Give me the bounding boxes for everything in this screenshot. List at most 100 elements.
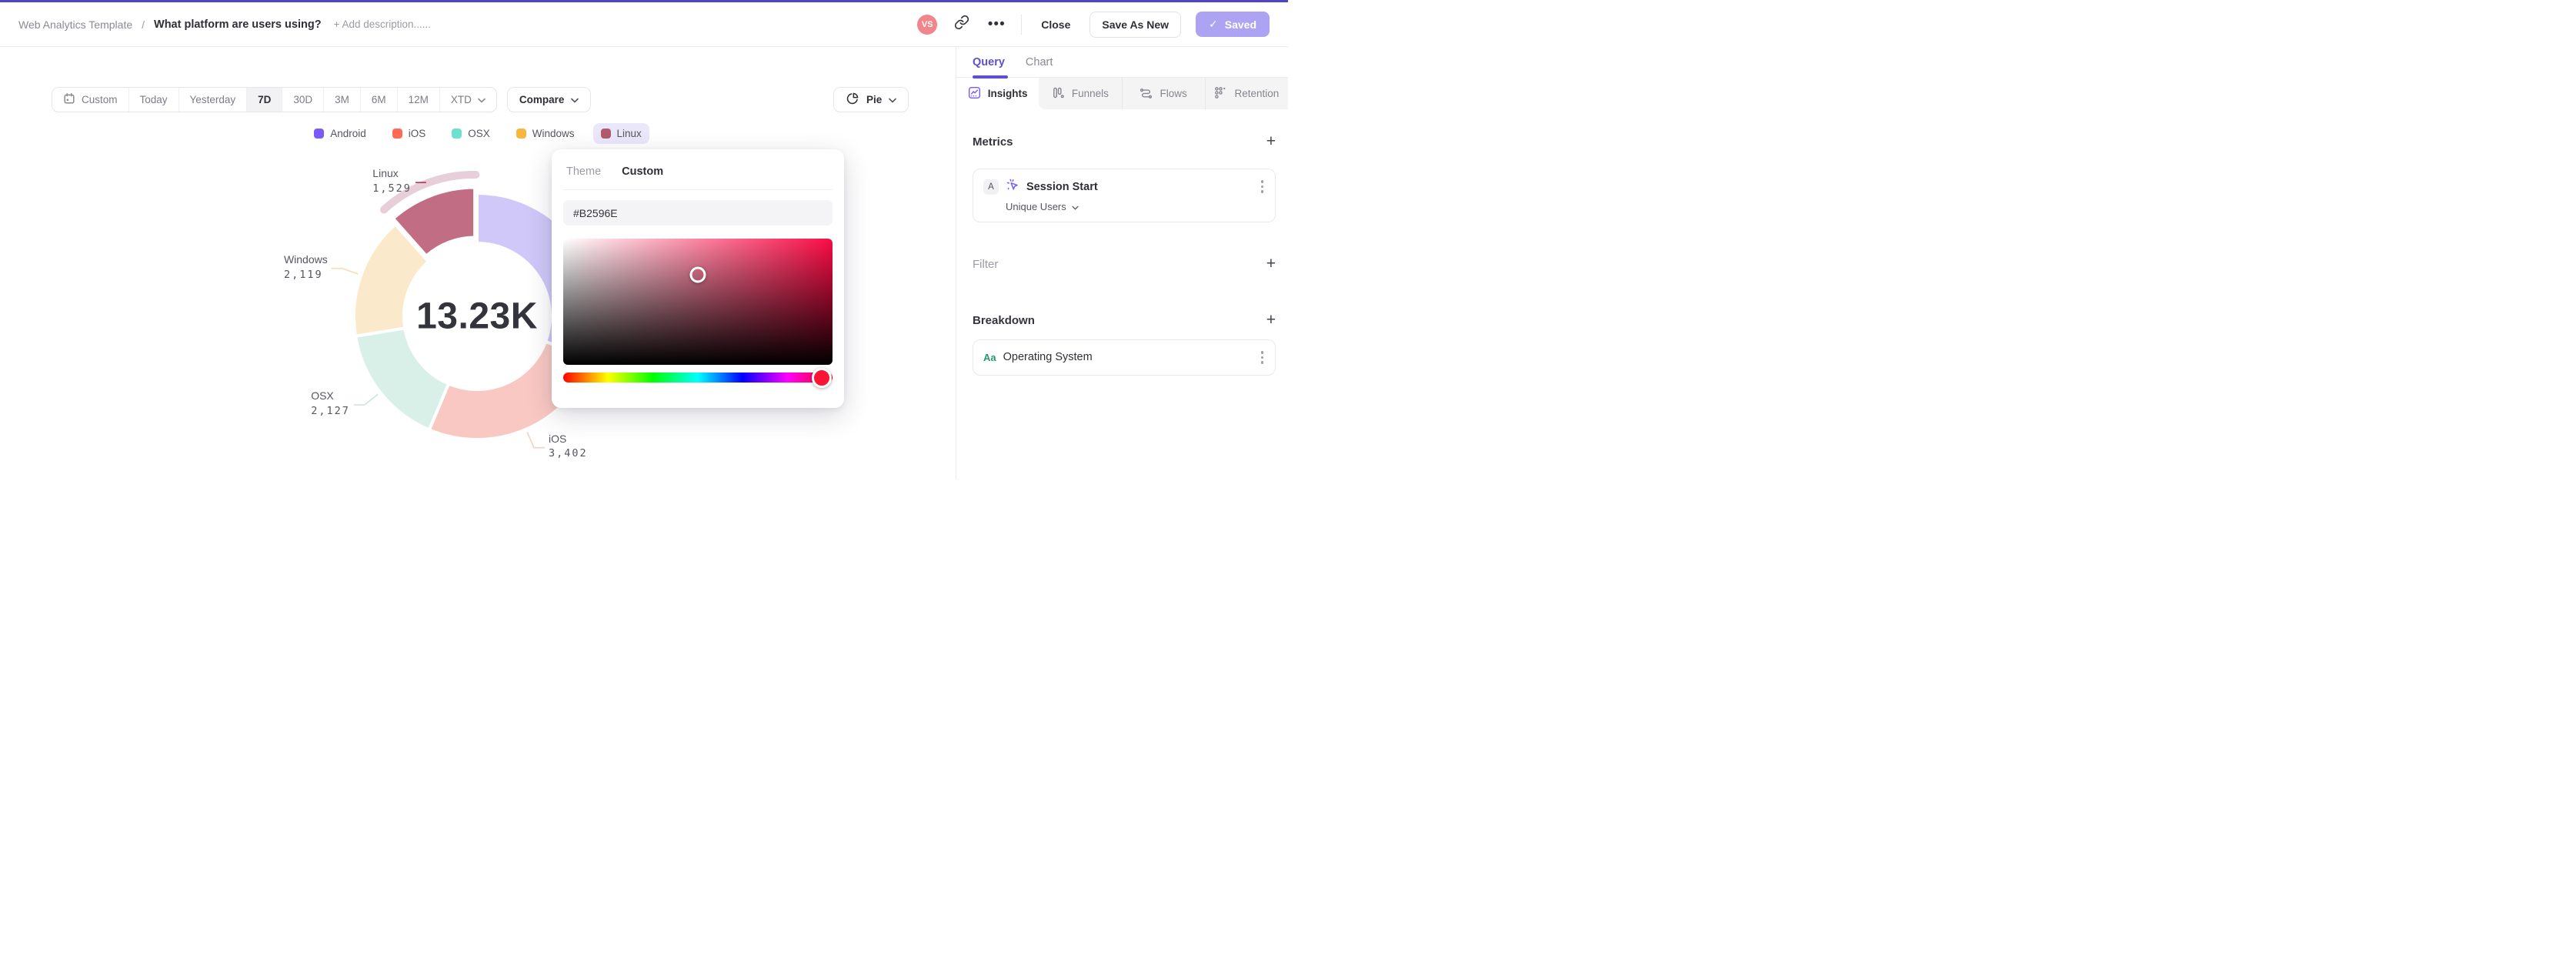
view-funnels[interactable]: Funnels xyxy=(1039,78,1122,109)
range-yesterday[interactable]: Yesterday xyxy=(179,88,248,112)
insights-icon xyxy=(968,86,981,102)
pie-slice-osx[interactable] xyxy=(354,326,451,432)
retention-icon xyxy=(1214,86,1227,102)
legend-swatch xyxy=(314,129,325,139)
saved-button-label: Saved xyxy=(1224,18,1256,31)
view-insights[interactable]: Insights xyxy=(956,78,1039,109)
pie-label-name: OSX xyxy=(311,389,334,403)
breakdown-heading: Breakdown xyxy=(973,313,1035,327)
compare-button[interactable]: Compare xyxy=(506,87,592,112)
add-metric-button[interactable]: + xyxy=(1266,133,1276,149)
pie-label-linux: Linux 1,529 xyxy=(372,167,412,195)
close-button[interactable]: Close xyxy=(1036,13,1075,36)
range-6m[interactable]: 6M xyxy=(361,88,398,112)
measure-dropdown[interactable]: Unique Users xyxy=(1006,201,1265,212)
share-link-button[interactable] xyxy=(952,15,972,35)
metric-card[interactable]: A Session Start Unique Users xyxy=(973,169,1276,222)
color-picker-tabs: Theme Custom xyxy=(563,165,833,190)
range-today[interactable]: Today xyxy=(129,88,179,112)
hex-color-input[interactable]: #B2596E xyxy=(563,200,833,226)
flows-icon xyxy=(1140,86,1153,102)
metric-event-name[interactable]: Session Start xyxy=(1026,181,1098,193)
hue-slider xyxy=(563,368,833,388)
metrics-section-header: Metrics + xyxy=(973,133,1276,149)
pie-label-name: Windows xyxy=(283,252,328,266)
metric-menu-button[interactable] xyxy=(1260,179,1266,195)
legend-swatch xyxy=(600,129,611,139)
breakdown-card[interactable]: Aa Operating System xyxy=(973,339,1276,376)
legend-item-ios[interactable]: iOS xyxy=(385,123,434,144)
range-7d[interactable]: 7D xyxy=(247,88,283,112)
range-30d[interactable]: 30D xyxy=(282,88,325,112)
legend-swatch xyxy=(392,129,402,139)
pie-chart-icon xyxy=(846,92,859,108)
color-picker-popup: Theme Custom #B2596E xyxy=(552,149,844,408)
range-3m[interactable]: 3M xyxy=(324,88,361,112)
more-options-button[interactable]: ••• xyxy=(986,15,1006,35)
tab-custom[interactable]: Custom xyxy=(622,165,663,178)
range-custom[interactable]: Custom xyxy=(52,88,129,112)
breakdown-property-name[interactable]: Operating System xyxy=(1003,351,1093,363)
main-panel: Custom Today Yesterday 7D 30D 3M 6M 12M … xyxy=(0,47,956,480)
metric-badge: A xyxy=(983,179,999,195)
add-breakdown-button[interactable]: + xyxy=(1266,312,1276,328)
page-title[interactable]: What platform are users using? xyxy=(154,18,322,31)
legend-swatch xyxy=(516,129,526,139)
calendar-icon xyxy=(63,92,75,107)
chevron-down-icon xyxy=(478,94,486,105)
leader-line xyxy=(353,393,379,406)
sidebar-tabs: Query Chart xyxy=(956,47,1288,79)
filter-heading: Filter xyxy=(973,257,999,271)
tab-chart[interactable]: Chart xyxy=(1026,56,1053,68)
ellipsis-icon: ••• xyxy=(987,16,1006,32)
breadcrumb[interactable]: Web Analytics Template xyxy=(18,18,132,31)
chevron-down-icon xyxy=(889,94,897,105)
analysis-view-tabs: Insights Funnels Flows Retention xyxy=(956,78,1288,109)
hue-gradient-bar[interactable] xyxy=(563,373,833,383)
tab-query[interactable]: Query xyxy=(973,56,1005,68)
date-range-segmented-control: Custom Today Yesterday 7D 30D 3M 6M 12M … xyxy=(52,87,497,112)
pie-label-value: 2,119 xyxy=(283,268,323,281)
pie-label-ios: iOS 3,402 xyxy=(549,433,588,460)
legend-item-windows[interactable]: Windows xyxy=(509,123,582,144)
chevron-down-icon xyxy=(571,94,579,105)
save-as-new-button[interactable]: Save As New xyxy=(1089,11,1182,38)
pie-label-windows: Windows 2,119 xyxy=(284,253,328,281)
range-label: Custom xyxy=(82,94,118,105)
legend-swatch xyxy=(452,129,462,139)
view-retention[interactable]: Retention xyxy=(1204,78,1288,109)
add-description-button[interactable]: + Add description...... xyxy=(334,18,431,30)
hue-slider-handle[interactable] xyxy=(812,368,832,388)
add-filter-button[interactable]: + xyxy=(1266,256,1276,272)
leader-line xyxy=(331,267,359,275)
saved-button[interactable]: ✓ Saved xyxy=(1196,12,1270,37)
legend-item-linux[interactable]: Linux xyxy=(592,123,649,144)
chevron-down-icon xyxy=(1072,201,1079,212)
avatar[interactable]: VS xyxy=(917,14,938,35)
color-cursor[interactable] xyxy=(689,266,706,283)
breadcrumb-separator: / xyxy=(142,18,145,31)
breakdown-menu-button[interactable] xyxy=(1260,349,1266,366)
pie-label-value: 3,402 xyxy=(548,447,588,460)
query-builder: Metrics + A Session Start Unique Users F… xyxy=(956,109,1288,376)
filter-section-header: Filter + xyxy=(973,256,1276,272)
legend-item-osx[interactable]: OSX xyxy=(444,123,498,144)
range-xtd[interactable]: XTD xyxy=(440,88,496,112)
pie-label-name: Linux xyxy=(372,167,399,180)
tab-theme[interactable]: Theme xyxy=(566,165,601,178)
date-range-toolbar: Custom Today Yesterday 7D 30D 3M 6M 12M … xyxy=(52,87,592,112)
pie-label-osx: OSX 2,127 xyxy=(311,389,350,417)
chart-total-value: 13.23K xyxy=(416,296,538,337)
chart-legend: Android iOS OSX Windows Linux xyxy=(0,123,956,144)
click-event-icon xyxy=(1006,178,1019,195)
saturation-value-area[interactable] xyxy=(563,239,833,365)
active-tab-underline xyxy=(973,75,1008,79)
chart-type-button[interactable]: Pie xyxy=(833,87,909,112)
legend-item-android[interactable]: Android xyxy=(306,123,374,144)
view-flows[interactable]: Flows xyxy=(1121,78,1205,109)
range-12m[interactable]: 12M xyxy=(398,88,440,112)
header-actions: VS ••• Close Save As New ✓ Saved xyxy=(917,11,1270,38)
check-icon: ✓ xyxy=(1209,18,1218,30)
pie-label-value: 2,127 xyxy=(311,405,350,418)
header: Web Analytics Template / What platform a… xyxy=(0,2,1288,47)
